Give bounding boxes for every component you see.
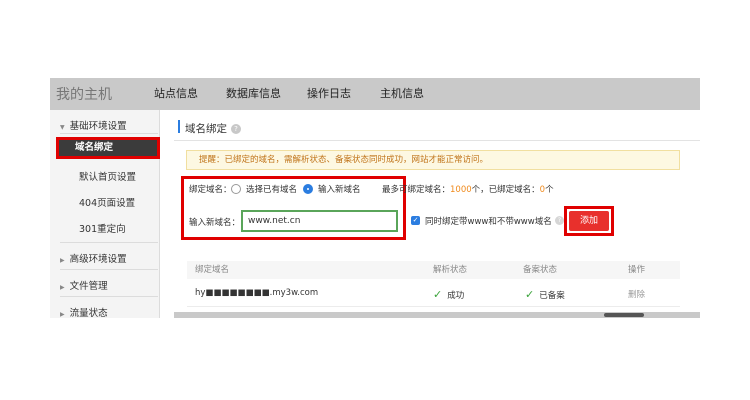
domain-limit-text: 最多可绑定域名：1000个，已绑定域名：0个 xyxy=(382,183,554,195)
sidebar-group-label: 流量状态 xyxy=(69,308,108,318)
page-title-text: 域名绑定 xyxy=(185,123,227,135)
nav-host-info[interactable]: 主机信息 xyxy=(380,85,424,101)
col-header-action: 操作 xyxy=(628,265,646,275)
add-button-highlight: 添加 xyxy=(564,206,614,236)
sidebar-item-404-page[interactable]: 404页面设置 xyxy=(79,195,135,209)
delete-link[interactable]: 删除 xyxy=(628,288,645,300)
col-header-dns-status: 解析状态 xyxy=(433,265,468,275)
nav-database-info[interactable]: 数据库信息 xyxy=(226,85,281,101)
row-icp-status: ✓ 已备案 xyxy=(525,288,565,301)
bound-unit: 个 xyxy=(545,185,554,195)
icp-status-text: 已备案 xyxy=(539,291,565,301)
section-marker xyxy=(178,120,180,133)
sidebar-group-advanced[interactable]: ▶ 高级环境设置 xyxy=(60,251,127,265)
row-divider xyxy=(187,306,680,307)
new-domain-input[interactable] xyxy=(241,210,398,232)
sidebar-item-domain-binding[interactable]: 域名绑定 xyxy=(59,140,157,156)
check-icon: ✓ xyxy=(433,288,443,301)
sidebar-divider xyxy=(60,242,158,243)
row-dns-status: ✓ 成功 xyxy=(433,288,464,301)
new-domain-label: 输入新域名： xyxy=(189,218,241,228)
check-icon: ✓ xyxy=(525,288,535,301)
row-domain: hy■■■■■■■■.my3w.com xyxy=(195,288,319,298)
sidebar-item-default-homepage[interactable]: 默认首页设置 xyxy=(79,169,136,183)
active-item-highlight: 域名绑定 xyxy=(56,137,160,159)
radio-new-domain[interactable] xyxy=(303,184,313,194)
sidebar-group-label: 基础环境设置 xyxy=(69,121,127,132)
limit-unit: 个，已绑定域名： xyxy=(471,185,540,195)
limit-prefix: 最多可绑定域名： xyxy=(382,185,451,195)
sidebar-divider xyxy=(60,269,158,270)
help-icon[interactable]: ? xyxy=(231,124,241,134)
sidebar-group-traffic[interactable]: ▶ 流量状态 xyxy=(60,305,108,318)
checkbox-bind-www-label[interactable]: 同时绑定带www和不带www域名 xyxy=(425,215,552,227)
caret-right-icon: ▶ xyxy=(60,311,65,318)
sidebar-group-label: 高级环境设置 xyxy=(69,254,127,265)
sidebar-item-301-redirect[interactable]: 301重定向 xyxy=(79,221,126,235)
nav-operation-log[interactable]: 操作日志 xyxy=(307,85,351,101)
scrollbar-thumb[interactable] xyxy=(604,313,644,317)
radio-existing-domain[interactable] xyxy=(231,184,241,194)
bind-domain-label: 绑定域名： xyxy=(189,185,232,195)
dns-status-text: 成功 xyxy=(447,291,465,301)
sidebar-divider xyxy=(60,133,158,134)
col-header-icp-status: 备案状态 xyxy=(523,265,558,275)
page-title: 域名绑定? xyxy=(185,121,241,136)
header-divider xyxy=(174,140,700,141)
radio-new-label[interactable]: 输入新域名 xyxy=(318,183,361,195)
help-icon[interactable]: ? xyxy=(555,216,564,225)
sidebar-divider xyxy=(60,296,158,297)
checkbox-bind-www[interactable]: ✓ xyxy=(411,216,420,225)
sidebar-group-file-manager[interactable]: ▶ 文件管理 xyxy=(60,278,108,292)
col-header-domain: 绑定域名 xyxy=(195,265,230,275)
limit-value: 1000 xyxy=(450,185,472,195)
caret-right-icon: ▶ xyxy=(60,257,65,264)
caret-right-icon: ▶ xyxy=(60,284,65,291)
caret-down-icon: ▼ xyxy=(60,124,65,131)
top-nav: 我的主机 站点信息 数据库信息 操作日志 主机信息 xyxy=(50,78,700,110)
notice-banner: 提醒：已绑定的域名，需解析状态、备案状态同时成功，网站才能正常访问。 xyxy=(186,150,680,170)
add-button[interactable]: 添加 xyxy=(569,211,609,231)
host-title: 我的主机 xyxy=(56,87,112,103)
sidebar-group-basic[interactable]: ▼ 基础环境设置 xyxy=(60,118,127,132)
horizontal-scrollbar[interactable] xyxy=(174,312,700,318)
screenshot-frame: 我的主机 站点信息 数据库信息 操作日志 主机信息 ▼ 基础环境设置 域名绑定 默… xyxy=(50,78,700,318)
sidebar-group-label: 文件管理 xyxy=(69,281,108,292)
radio-existing-label[interactable]: 选择已有域名 xyxy=(246,183,297,195)
nav-site-info[interactable]: 站点信息 xyxy=(154,85,198,101)
